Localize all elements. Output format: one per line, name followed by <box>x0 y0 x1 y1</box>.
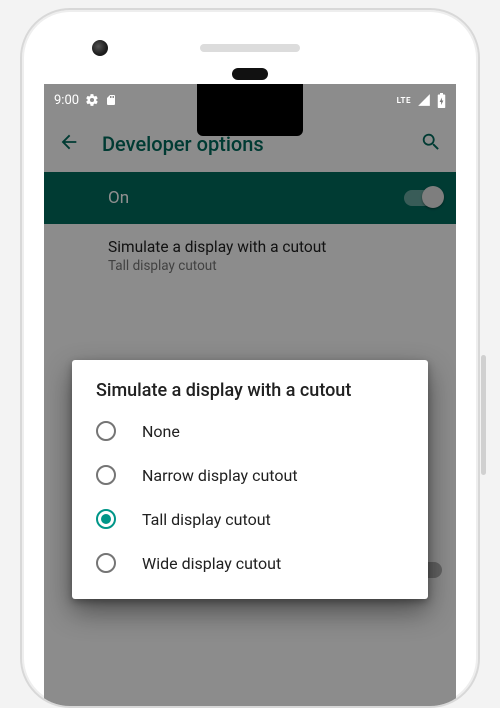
radio-option-none[interactable]: None <box>72 409 428 453</box>
signal-icon <box>417 93 431 107</box>
master-switch-label: On <box>108 188 129 208</box>
radio-label: None <box>142 422 180 441</box>
front-camera <box>92 40 108 56</box>
search-button[interactable] <box>420 131 442 157</box>
master-switch-toggle[interactable] <box>404 190 442 206</box>
radio-option-wide[interactable]: Wide display cutout <box>72 541 428 585</box>
radio-option-narrow[interactable]: Narrow display cutout <box>72 453 428 497</box>
master-switch-row[interactable]: On <box>44 172 456 224</box>
phone-bezel: 9:00 LTE <box>44 30 456 706</box>
status-clock: 9:00 <box>54 93 79 108</box>
radio-label: Narrow display cutout <box>142 466 298 485</box>
speaker-grille <box>200 44 300 52</box>
battery-icon <box>437 93 446 108</box>
radio-icon <box>96 509 116 529</box>
simulated-display-cutout <box>197 84 303 136</box>
device-screen: 9:00 LTE <box>44 84 456 706</box>
radio-icon <box>96 465 116 485</box>
cutout-dialog: Simulate a display with a cutout None Na… <box>72 360 428 599</box>
phone-side-button <box>481 355 486 475</box>
radio-icon <box>96 421 116 441</box>
setting-subtitle: Tall display cutout <box>108 258 436 274</box>
phone-frame: 9:00 LTE <box>20 8 480 708</box>
setting-title: Simulate a display with a cutout <box>108 238 436 256</box>
proximity-sensor <box>232 68 268 80</box>
settings-status-icon <box>85 93 99 107</box>
lte-indicator: LTE <box>397 96 411 105</box>
radio-icon <box>96 553 116 573</box>
radio-label: Tall display cutout <box>142 510 271 529</box>
back-button[interactable] <box>58 131 80 157</box>
radio-label: Wide display cutout <box>142 554 281 573</box>
cutout-setting-row[interactable]: Simulate a display with a cutout Tall di… <box>44 224 456 288</box>
sd-card-icon <box>105 93 117 107</box>
radio-option-tall[interactable]: Tall display cutout <box>72 497 428 541</box>
dialog-title: Simulate a display with a cutout <box>72 380 428 409</box>
